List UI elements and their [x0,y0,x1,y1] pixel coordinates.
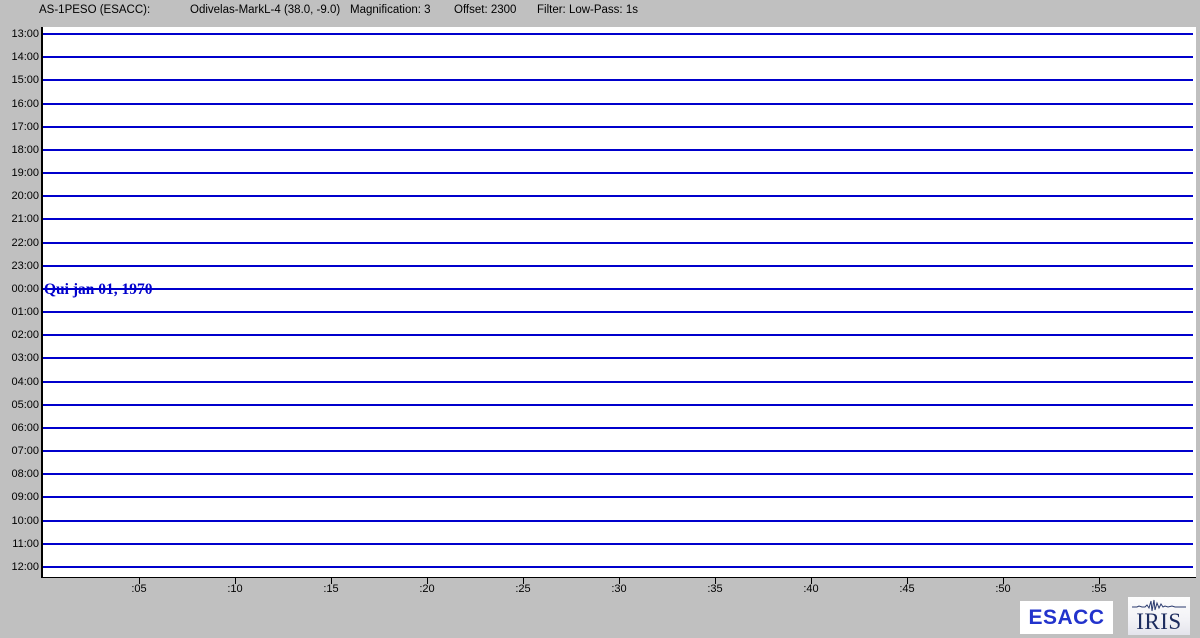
trace-line-0900 [43,496,1193,498]
trace-line-0000 [43,288,1193,290]
trace-line-0100 [43,311,1193,313]
hour-label-0400: 04:00 [0,375,39,389]
hour-label-1400: 14:00 [0,50,39,64]
hour-label-0600: 06:00 [0,421,39,435]
helicorder-plot-area[interactable] [41,27,1196,578]
header-offset: Offset: 2300 [454,4,516,17]
esacc-logo-text: ESACC [1028,606,1104,630]
iris-logo-text: IRIS [1136,611,1181,633]
minute-label-10: :10 [215,583,255,596]
header-sensor-info: Odivelas-MarkL-4 (38.0, -9.0) [190,4,340,17]
hour-label-0800: 08:00 [0,467,39,481]
hour-label-0900: 09:00 [0,490,39,504]
minute-label-15: :15 [311,583,351,596]
hour-label-0500: 05:00 [0,398,39,412]
trace-line-2000 [43,195,1193,197]
trace-line-2100 [43,218,1193,220]
trace-line-1900 [43,172,1193,174]
minute-label-20: :20 [407,583,447,596]
hour-label-0100: 01:00 [0,305,39,319]
trace-line-1200 [43,566,1193,568]
trace-line-0700 [43,450,1193,452]
minute-label-30: :30 [599,583,639,596]
minute-label-35: :35 [695,583,735,596]
hour-label-1200: 12:00 [0,560,39,574]
hour-label-0300: 03:00 [0,351,39,365]
hour-label-2100: 21:00 [0,212,39,226]
hour-label-0700: 07:00 [0,444,39,458]
header-station-id: AS-1PESO (ESACC): [39,4,150,17]
trace-line-1100 [43,543,1193,545]
trace-line-2300 [43,265,1193,267]
trace-line-0800 [43,473,1193,475]
hour-label-1800: 18:00 [0,143,39,157]
trace-line-2200 [43,242,1193,244]
hour-label-1000: 10:00 [0,514,39,528]
trace-line-1700 [43,126,1193,128]
hour-label-0200: 02:00 [0,328,39,342]
trace-line-1000 [43,520,1193,522]
trace-line-1800 [43,149,1193,151]
hour-label-1300: 13:00 [0,27,39,41]
header-filter: Filter: Low-Pass: 1s [537,4,638,17]
trace-line-0600 [43,427,1193,429]
hour-label-2300: 23:00 [0,259,39,273]
trace-line-0200 [43,334,1193,336]
trace-line-0300 [43,357,1193,359]
minute-label-25: :25 [503,583,543,596]
hour-label-1100: 11:00 [0,537,39,551]
minute-label-55: :55 [1079,583,1119,596]
hour-label-1500: 15:00 [0,73,39,87]
hour-label-2200: 22:00 [0,236,39,250]
hour-label-1700: 17:00 [0,120,39,134]
trace-line-0400 [43,381,1193,383]
minute-label-45: :45 [887,583,927,596]
trace-line-1600 [43,103,1193,105]
minute-label-05: :05 [119,583,159,596]
trace-line-0500 [43,404,1193,406]
minute-label-50: :50 [983,583,1023,596]
hour-label-1600: 16:00 [0,97,39,111]
minute-label-40: :40 [791,583,831,596]
amaseis-window: { "header": { "station": "AS-1PESO (ESAC… [0,0,1200,638]
hour-label-1900: 19:00 [0,166,39,180]
trace-line-1500 [43,79,1193,81]
hour-label-2000: 20:00 [0,189,39,203]
esacc-logo: ESACC [1020,601,1113,634]
iris-logo: IRIS [1128,597,1190,635]
hour-label-0000: 00:00 [0,282,39,296]
trace-line-1300 [43,33,1193,35]
header-magnification: Magnification: 3 [350,4,431,17]
trace-line-1400 [43,56,1193,58]
date-label: Qui jan 01, 1970 [44,281,153,299]
